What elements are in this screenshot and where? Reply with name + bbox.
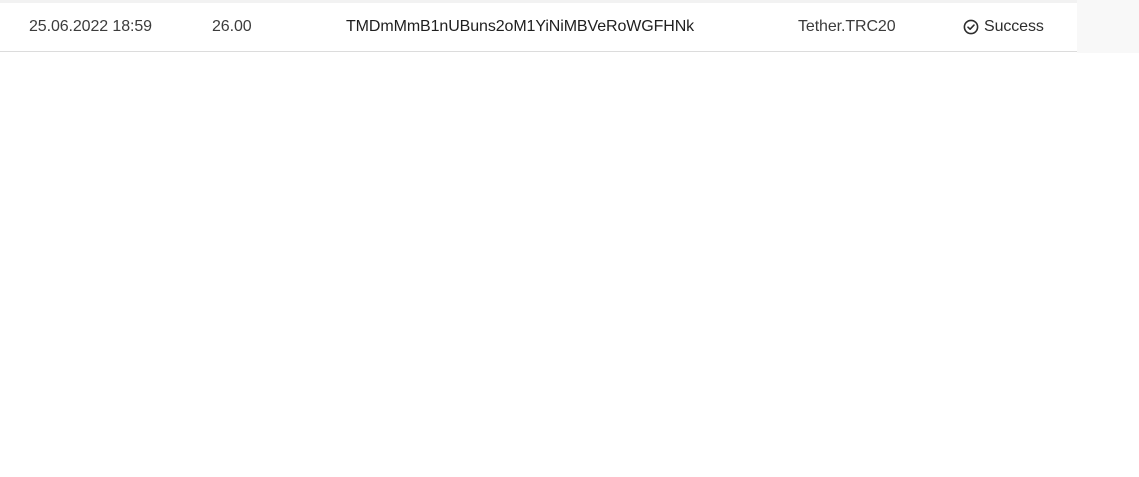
check-circle-icon (963, 19, 979, 35)
transaction-currency: Tether.TRC20 (798, 18, 896, 35)
transaction-date: 25.06.2022 18:59 (29, 18, 152, 35)
status-label: Success (984, 18, 1044, 35)
page: 25.06.2022 18:59 26.00 TMDmMmB1nUBuns2oM… (0, 0, 1139, 477)
wallet-address: TMDmMmB1nUBuns2oM1YiNiMBVeRoWGFHNk (346, 18, 695, 35)
side-panel (1077, 0, 1139, 53)
table-row: 25.06.2022 18:59 26.00 TMDmMmB1nUBuns2oM… (0, 3, 1077, 52)
status-badge: Success (963, 3, 1044, 51)
transaction-amount: 26.00 (212, 18, 252, 35)
